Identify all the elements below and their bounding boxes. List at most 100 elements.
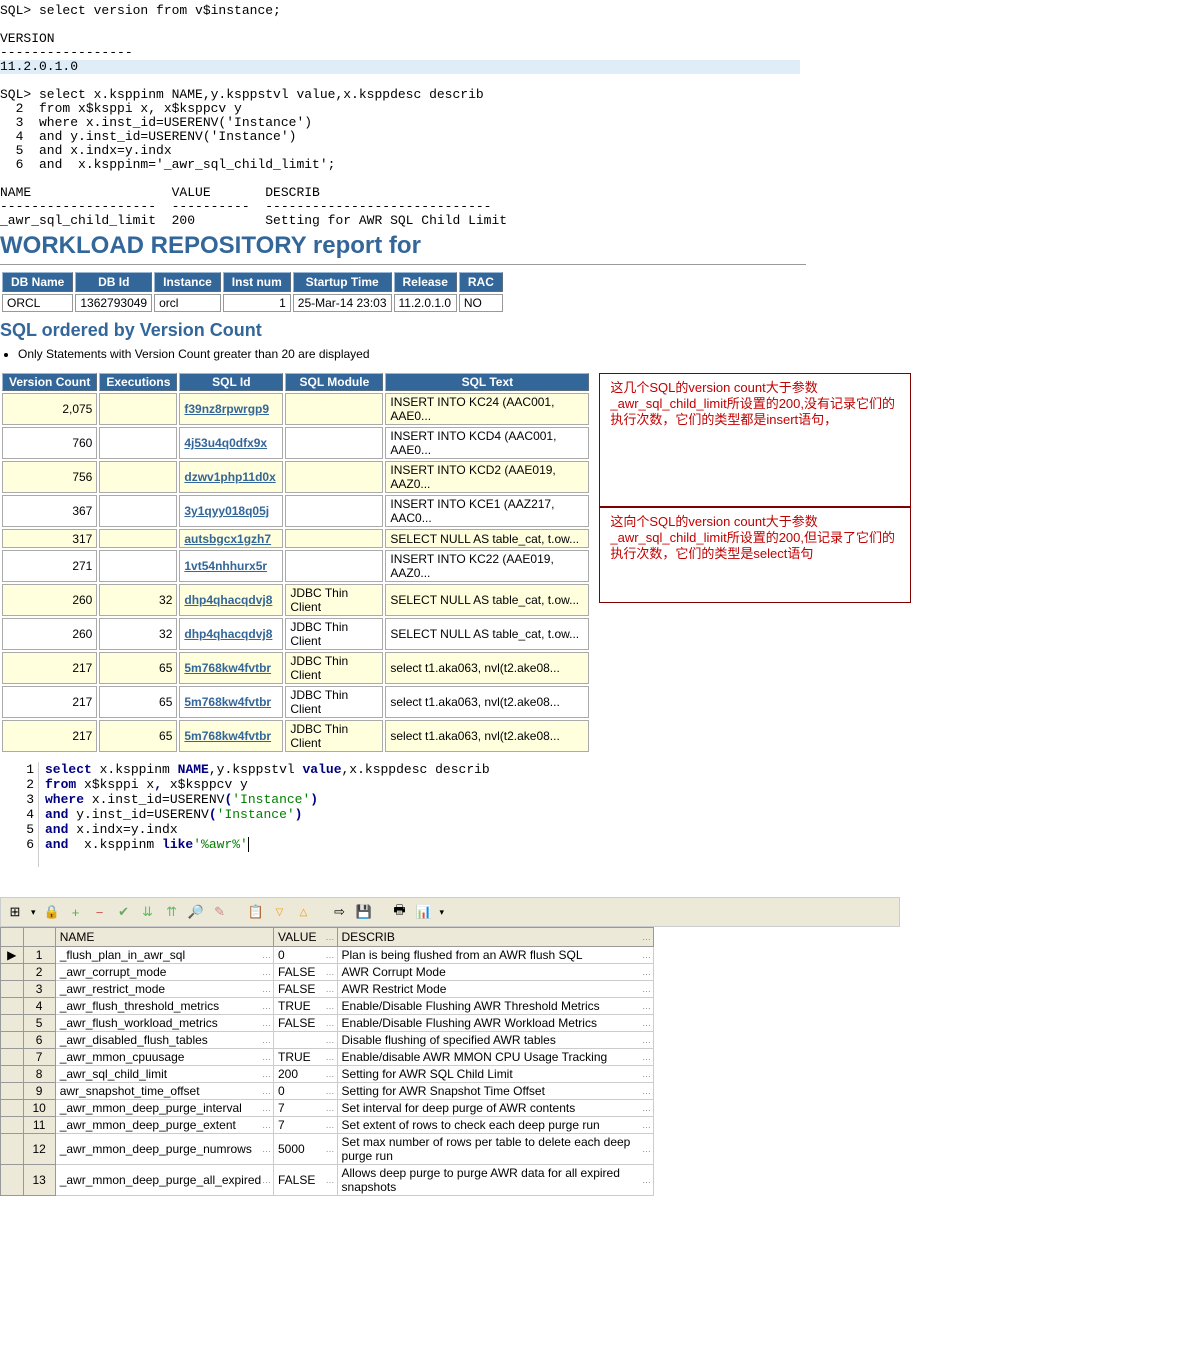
grid-row[interactable]: 8_awr_sql_child_limit…200…Setting for AW… (1, 1066, 654, 1083)
cell-value[interactable]: 7… (273, 1100, 337, 1117)
cell-describ[interactable]: Setting for AWR SQL Child Limit… (337, 1066, 653, 1083)
expand-down-icon[interactable]: ▽ (272, 904, 288, 920)
col-startup: Startup Time (293, 272, 392, 292)
cell-describ[interactable]: AWR Restrict Mode… (337, 981, 653, 998)
cell-describ[interactable]: Plan is being flushed from an AWR flush … (337, 947, 653, 964)
cell-name[interactable]: _awr_mmon_deep_purge_all_expired… (55, 1165, 273, 1196)
col-dbname: DB Name (2, 272, 73, 292)
fetch-all-icon[interactable]: ⇈ (164, 904, 180, 920)
cell-exec: 65 (99, 720, 177, 752)
export-icon[interactable]: ⇨ (332, 904, 348, 920)
cell-text: INSERT INTO KCD4 (AAC001, AAE0... (385, 427, 589, 459)
row-indicator (1, 1049, 24, 1066)
grid-row[interactable]: 6_awr_disabled_flush_tables……Disable flu… (1, 1032, 654, 1049)
cell-name[interactable]: _awr_mmon_deep_purge_interval… (55, 1100, 273, 1117)
cell-describ[interactable]: Set interval for deep purge of AWR conte… (337, 1100, 653, 1117)
grid-icon[interactable]: ⊞ (7, 904, 23, 920)
cell-value[interactable]: 0… (273, 947, 337, 964)
copy-icon[interactable]: 📋 (248, 904, 264, 920)
cell-name[interactable]: _awr_mmon_deep_purge_extent… (55, 1117, 273, 1134)
cell-describ[interactable]: AWR Corrupt Mode… (337, 964, 653, 981)
sqlid-link[interactable]: 5m768kw4fvtbr (184, 661, 271, 675)
grid-row[interactable]: 2_awr_corrupt_mode…FALSE…AWR Corrupt Mod… (1, 964, 654, 981)
table-row: 26032dhp4qhacqdvj8JDBC Thin ClientSELECT… (2, 618, 589, 650)
printer-icon[interactable]: 🖶 (392, 904, 408, 920)
cell-describ[interactable]: Enable/disable AWR MMON CPU Usage Tracki… (337, 1049, 653, 1066)
cell-value[interactable]: TRUE… (273, 998, 337, 1015)
cell-vc: 760 (2, 427, 97, 459)
grid-row[interactable]: 3_awr_restrict_mode…FALSE…AWR Restrict M… (1, 981, 654, 998)
col-describ[interactable]: DESCRIB… (337, 928, 653, 947)
cell-describ[interactable]: Disable flushing of specified AWR tables… (337, 1032, 653, 1049)
cell-describ[interactable]: Set extent of rows to check each deep pu… (337, 1117, 653, 1134)
cell-value[interactable]: 0… (273, 1083, 337, 1100)
cell-name[interactable]: _awr_disabled_flush_tables… (55, 1032, 273, 1049)
cell-value[interactable]: 200… (273, 1066, 337, 1083)
cell-value[interactable]: TRUE… (273, 1049, 337, 1066)
cell-value[interactable]: FALSE… (273, 981, 337, 998)
find-icon[interactable]: 🔎 (188, 904, 204, 920)
save-icon[interactable]: 💾 (356, 904, 372, 920)
col-name[interactable]: NAME (55, 928, 273, 947)
sqlid-link[interactable]: dhp4qhacqdvj8 (184, 593, 272, 607)
cell-describ[interactable]: Enable/Disable Flushing AWR Workload Met… (337, 1015, 653, 1032)
grid-row[interactable]: 10_awr_mmon_deep_purge_interval…7…Set in… (1, 1100, 654, 1117)
cell-text: SELECT NULL AS table_cat, t.ow... (385, 529, 589, 548)
cell-name[interactable]: awr_snapshot_time_offset… (55, 1083, 273, 1100)
sqlid-link[interactable]: 5m768kw4fvtbr (184, 729, 271, 743)
cell-value[interactable]: 5000… (273, 1134, 337, 1165)
table-row: 217655m768kw4fvtbrJDBC Thin Clientselect… (2, 652, 589, 684)
grid-row[interactable]: 7_awr_mmon_cpuusage…TRUE…Enable/disable … (1, 1049, 654, 1066)
cell-name[interactable]: _awr_flush_workload_metrics… (55, 1015, 273, 1032)
edit-icon[interactable]: ✎ (212, 904, 228, 920)
print-icon[interactable]: 🔒 (44, 904, 60, 920)
chart-icon[interactable]: 📊 (416, 904, 432, 920)
cell-name[interactable]: _awr_mmon_deep_purge_numrows… (55, 1134, 273, 1165)
cell-describ[interactable]: Enable/Disable Flushing AWR Threshold Me… (337, 998, 653, 1015)
grid-row[interactable]: 11_awr_mmon_deep_purge_extent…7…Set exte… (1, 1117, 654, 1134)
sqlid-link[interactable]: 5m768kw4fvtbr (184, 695, 271, 709)
row-indicator (1, 1066, 24, 1083)
sqlid-link[interactable]: autsbgcx1gzh7 (184, 532, 271, 546)
sql-editor[interactable]: 1select x.ksppinm NAME,y.ksppstvl value,… (0, 762, 886, 867)
cell-name[interactable]: _awr_mmon_cpuusage… (55, 1049, 273, 1066)
cell-describ[interactable]: Set max number of rows per table to dele… (337, 1134, 653, 1165)
cell-value[interactable]: FALSE… (273, 964, 337, 981)
col-value[interactable]: VALUE… (273, 928, 337, 947)
cell-vc: 367 (2, 495, 97, 527)
cell-name[interactable]: _awr_corrupt_mode… (55, 964, 273, 981)
grid-row[interactable]: 12_awr_mmon_deep_purge_numrows…5000…Set … (1, 1134, 654, 1165)
sqlid-link[interactable]: 1vt54nhhurx5r (184, 559, 267, 573)
cell-name[interactable]: _flush_plan_in_awr_sql… (55, 947, 273, 964)
commit-icon[interactable]: ✔ (116, 904, 132, 920)
cell-sqlid: dzwv1php11d0x (179, 461, 283, 493)
remove-icon[interactable]: − (92, 904, 108, 920)
cell-vc: 271 (2, 550, 97, 582)
cell-value[interactable]: 7… (273, 1117, 337, 1134)
cell-module (285, 550, 383, 582)
grid-row[interactable]: 13_awr_mmon_deep_purge_all_expired…FALSE… (1, 1165, 654, 1196)
sqlid-link[interactable]: dhp4qhacqdvj8 (184, 627, 272, 641)
add-icon[interactable]: + (68, 904, 84, 920)
cell-describ[interactable]: Setting for AWR Snapshot Time Offset… (337, 1083, 653, 1100)
grid-row[interactable]: ▶1_flush_plan_in_awr_sql…0…Plan is being… (1, 947, 654, 964)
cell-describ[interactable]: Allows deep purge to purge AWR data for … (337, 1165, 653, 1196)
sqlid-link[interactable]: 3y1qyy018q05j (184, 504, 269, 518)
grid-row[interactable]: 9awr_snapshot_time_offset…0…Setting for … (1, 1083, 654, 1100)
col-sqltext: SQL Text (385, 373, 589, 391)
cell-value[interactable]: … (273, 1032, 337, 1049)
collapse-up-icon[interactable]: △ (296, 904, 312, 920)
grid-row[interactable]: 5_awr_flush_workload_metrics…FALSE…Enabl… (1, 1015, 654, 1032)
fetch-down-icon[interactable]: ⇊ (140, 904, 156, 920)
sqlid-link[interactable]: dzwv1php11d0x (184, 470, 275, 484)
cell-value[interactable]: FALSE… (273, 1165, 337, 1196)
cell-value[interactable]: FALSE… (273, 1015, 337, 1032)
sqlid-link[interactable]: 4j53u4q0dfx9x (184, 436, 267, 450)
cell-name[interactable]: _awr_sql_child_limit… (55, 1066, 273, 1083)
cell-name[interactable]: _awr_flush_threshold_metrics… (55, 998, 273, 1015)
grid-row[interactable]: 4_awr_flush_threshold_metrics…TRUE…Enabl… (1, 998, 654, 1015)
sqlid-link[interactable]: f39nz8rpwrgp9 (184, 402, 269, 416)
row-indicator (1, 1100, 24, 1117)
cell-sqlid: 5m768kw4fvtbr (179, 686, 283, 718)
cell-name[interactable]: _awr_restrict_mode… (55, 981, 273, 998)
